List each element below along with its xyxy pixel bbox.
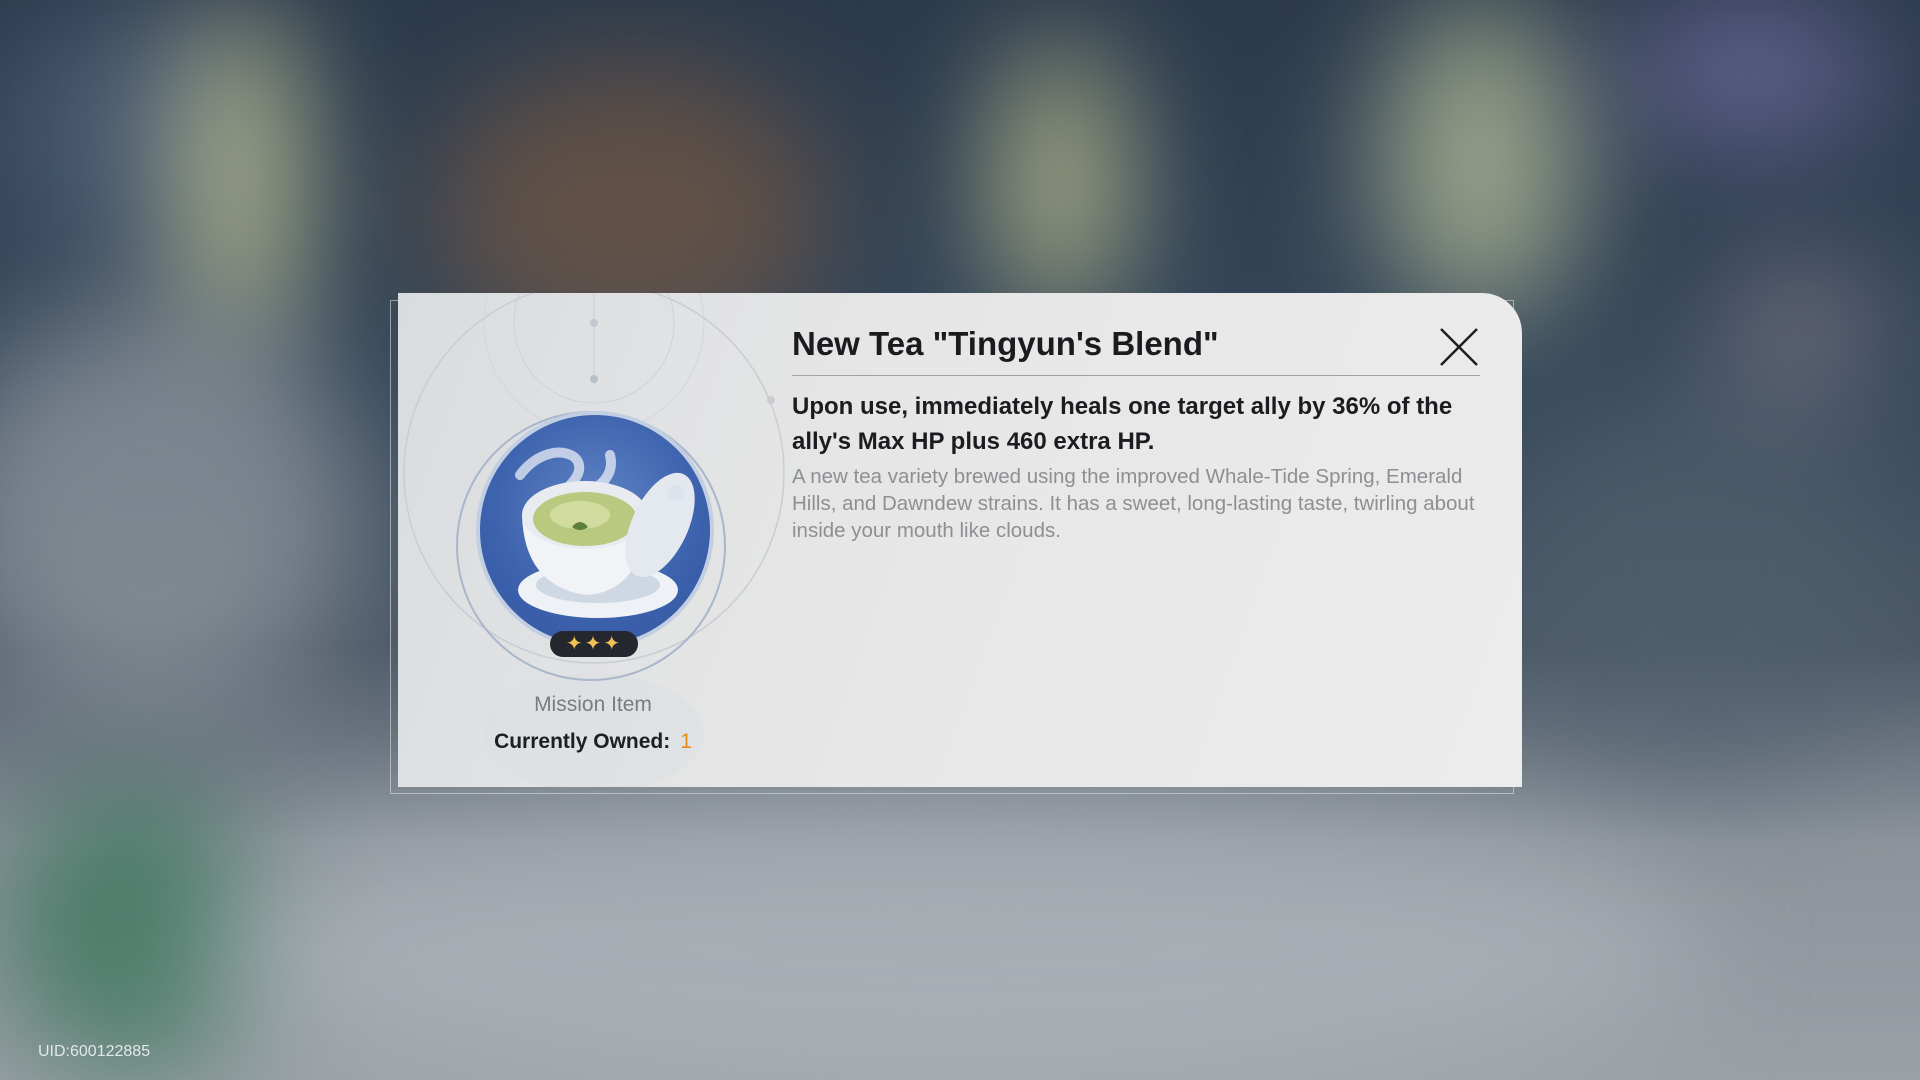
owned-label: Currently Owned:	[494, 730, 671, 753]
item-detail-dialog: ✦✦✦ Mission Item Currently Owned: 1 New T…	[398, 293, 1522, 787]
item-title: New Tea "Tingyun's Blend"	[792, 325, 1219, 362]
close-icon	[1440, 328, 1478, 366]
owned-count: 1	[680, 730, 692, 753]
tea-gaiwan-icon	[515, 447, 695, 618]
item-type-label: Mission Item	[534, 693, 652, 716]
owned-count-row: Currently Owned: 1	[398, 730, 788, 754]
uid-label: UID:600122885	[38, 1043, 151, 1060]
rarity-stars: ✦✦✦	[550, 631, 638, 657]
title-divider	[792, 375, 1480, 376]
item-description: A new tea variety brewed using the impro…	[792, 465, 1475, 542]
item-icon-frame	[476, 411, 714, 649]
close-button[interactable]	[1438, 326, 1480, 368]
item-effect-text: Upon use, immediately heals one target a…	[792, 393, 1453, 455]
